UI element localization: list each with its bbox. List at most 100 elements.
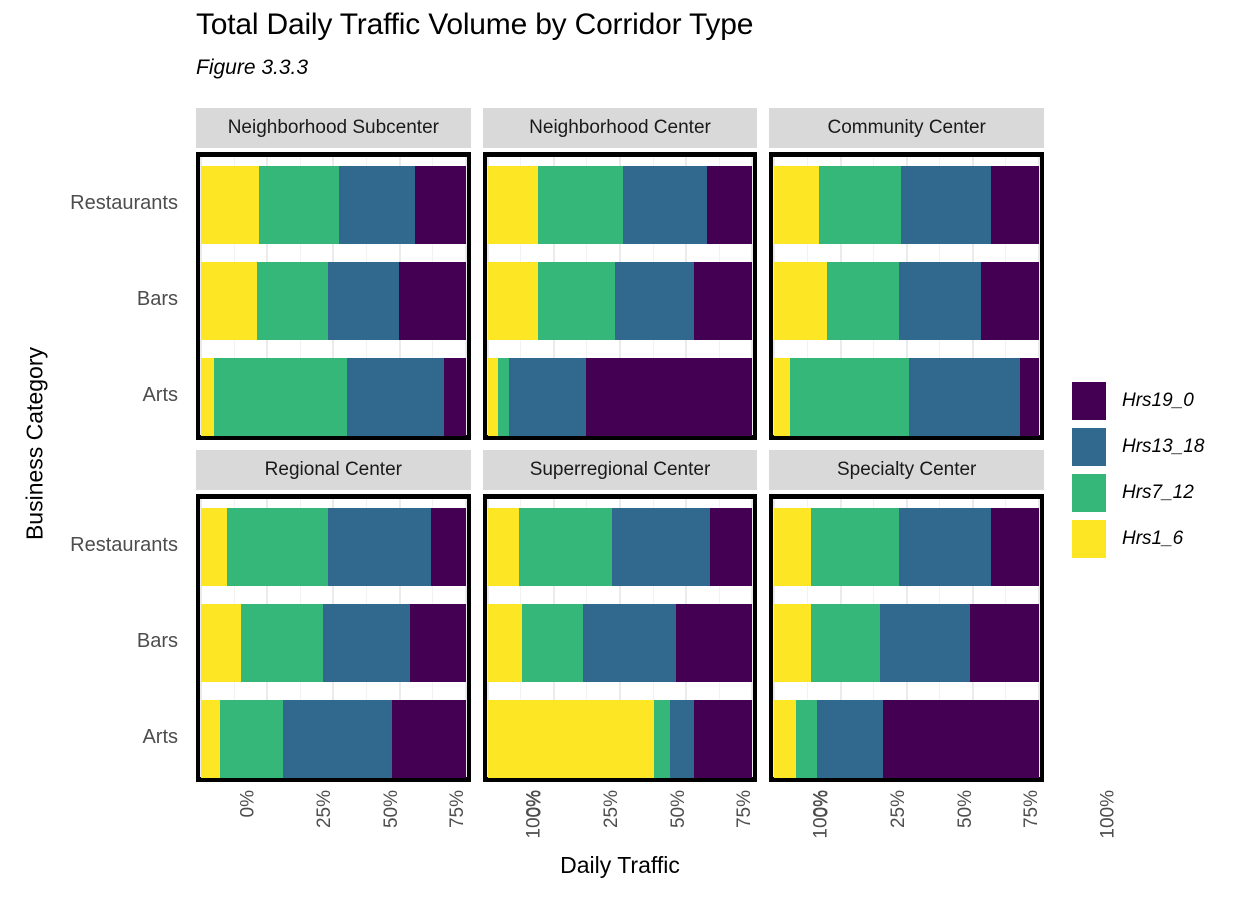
bar-segment-hrs13_18[interactable] [898, 262, 981, 340]
bar-segment-hrs1_6[interactable] [201, 508, 228, 586]
bar-segment-hrs1_6[interactable] [201, 358, 215, 436]
bar-segment-hrs19_0[interactable] [991, 166, 1039, 244]
stacked-bar[interactable] [774, 262, 1039, 340]
legend-swatch [1072, 520, 1106, 558]
stacked-bar[interactable] [201, 700, 466, 778]
bar-segment-hrs13_18[interactable] [614, 262, 695, 340]
bar-segment-hrs19_0[interactable] [970, 604, 1039, 682]
bar-segment-hrs13_18[interactable] [901, 166, 992, 244]
stacked-bar[interactable] [487, 604, 753, 682]
bar-segment-hrs7_12[interactable] [654, 700, 671, 778]
bar-segment-hrs1_6[interactable] [774, 166, 820, 244]
bar-segment-hrs19_0[interactable] [399, 262, 466, 340]
bar-segment-hrs13_18[interactable] [816, 700, 883, 778]
bar-segment-hrs7_12[interactable] [795, 700, 817, 778]
bar-segment-hrs7_12[interactable] [214, 358, 347, 436]
bar-segment-hrs1_6[interactable] [201, 262, 257, 340]
stacked-bar[interactable] [774, 166, 1039, 244]
bar-segment-hrs7_12[interactable] [811, 508, 899, 586]
stacked-bar[interactable] [487, 508, 753, 586]
bar-segment-hrs19_0[interactable] [991, 508, 1039, 586]
bar-segment-hrs7_12[interactable] [811, 604, 881, 682]
bar-segment-hrs1_6[interactable] [774, 262, 828, 340]
bar-segment-hrs7_12[interactable] [522, 604, 583, 682]
legend-item[interactable]: Hrs13_18 [1072, 424, 1252, 470]
bar-segment-hrs1_6[interactable] [487, 262, 538, 340]
y-tick-label: Arts [142, 384, 178, 406]
stacked-bar[interactable] [774, 700, 1039, 778]
bar-segment-hrs19_0[interactable] [410, 604, 466, 682]
bar-segment-hrs19_0[interactable] [585, 358, 753, 436]
bar-segment-hrs19_0[interactable] [431, 508, 466, 586]
stacked-bar[interactable] [201, 358, 466, 436]
bar-segment-hrs1_6[interactable] [774, 700, 796, 778]
bar-segment-hrs13_18[interactable] [283, 700, 392, 778]
stacked-bar[interactable] [487, 700, 753, 778]
legend-item[interactable]: Hrs1_6 [1072, 516, 1252, 562]
stacked-bar[interactable] [201, 262, 466, 340]
bar-segment-hrs7_12[interactable] [827, 262, 899, 340]
bar-segment-hrs7_12[interactable] [219, 700, 284, 778]
bar-segment-hrs19_0[interactable] [391, 700, 466, 778]
bar-segment-hrs13_18[interactable] [880, 604, 971, 682]
bar-segment-hrs13_18[interactable] [622, 166, 708, 244]
bar-segment-hrs1_6[interactable] [774, 604, 812, 682]
bar-segment-hrs7_12[interactable] [537, 262, 615, 340]
bar-segment-hrs1_6[interactable] [201, 700, 220, 778]
bar-segment-hrs1_6[interactable] [487, 508, 520, 586]
bar-segment-hrs19_0[interactable] [694, 700, 753, 778]
bar-segment-hrs1_6[interactable] [201, 604, 241, 682]
bar-segment-hrs19_0[interactable] [707, 166, 753, 244]
bar-segment-hrs19_0[interactable] [415, 166, 466, 244]
stacked-bar[interactable] [201, 166, 466, 244]
bar-segment-hrs19_0[interactable] [694, 262, 753, 340]
bar-segment-hrs13_18[interactable] [322, 604, 411, 682]
bar-segment-hrs13_18[interactable] [909, 358, 1021, 436]
bar-segment-hrs19_0[interactable] [882, 700, 1039, 778]
bar-series [487, 157, 753, 436]
bar-segment-hrs1_6[interactable] [487, 166, 538, 244]
facet-grid: Neighborhood Subcenter Neighborhood Cente… [196, 108, 1045, 782]
bar-segment-hrs1_6[interactable] [487, 604, 523, 682]
legend-item[interactable]: Hrs7_12 [1072, 470, 1252, 516]
bar-segment-hrs7_12[interactable] [256, 262, 329, 340]
stacked-bar[interactable] [774, 358, 1039, 436]
bar-segment-hrs7_12[interactable] [790, 358, 910, 436]
bar-segment-hrs7_12[interactable] [498, 358, 509, 436]
bar-segment-hrs19_0[interactable] [444, 358, 466, 436]
bar-segment-hrs13_18[interactable] [898, 508, 992, 586]
bar-segment-hrs13_18[interactable] [612, 508, 710, 586]
bar-segment-hrs19_0[interactable] [1020, 358, 1039, 436]
bar-segment-hrs13_18[interactable] [582, 604, 676, 682]
bar-segment-hrs13_18[interactable] [338, 166, 416, 244]
bar-segment-hrs7_12[interactable] [537, 166, 623, 244]
x-axis-title: Daily Traffic [560, 852, 680, 878]
bar-segment-hrs7_12[interactable] [240, 604, 323, 682]
bar-segment-hrs7_12[interactable] [227, 508, 329, 586]
bar-segment-hrs1_6[interactable] [774, 508, 812, 586]
stacked-bar[interactable] [774, 604, 1039, 682]
bar-segment-hrs13_18[interactable] [328, 262, 400, 340]
bar-segment-hrs19_0[interactable] [675, 604, 753, 682]
bar-segment-hrs19_0[interactable] [980, 262, 1039, 340]
stacked-bar[interactable] [201, 604, 466, 682]
bar-segment-hrs1_6[interactable] [487, 700, 655, 778]
bar-segment-hrs13_18[interactable] [328, 508, 432, 586]
facet-panel: Superregional Center [482, 450, 758, 782]
legend-item[interactable]: Hrs19_0 [1072, 378, 1252, 424]
bar-segment-hrs7_12[interactable] [519, 508, 613, 586]
bar-segment-hrs1_6[interactable] [487, 358, 499, 436]
bar-segment-hrs13_18[interactable] [670, 700, 695, 778]
bar-segment-hrs13_18[interactable] [508, 358, 586, 436]
bar-segment-hrs1_6[interactable] [201, 166, 260, 244]
stacked-bar[interactable] [201, 508, 466, 586]
bar-segment-hrs7_12[interactable] [819, 166, 902, 244]
stacked-bar[interactable] [487, 262, 753, 340]
bar-segment-hrs13_18[interactable] [346, 358, 445, 436]
bar-segment-hrs7_12[interactable] [259, 166, 339, 244]
stacked-bar[interactable] [487, 166, 753, 244]
stacked-bar[interactable] [487, 358, 753, 436]
bar-segment-hrs1_6[interactable] [774, 358, 791, 436]
stacked-bar[interactable] [774, 508, 1039, 586]
bar-segment-hrs19_0[interactable] [709, 508, 753, 586]
